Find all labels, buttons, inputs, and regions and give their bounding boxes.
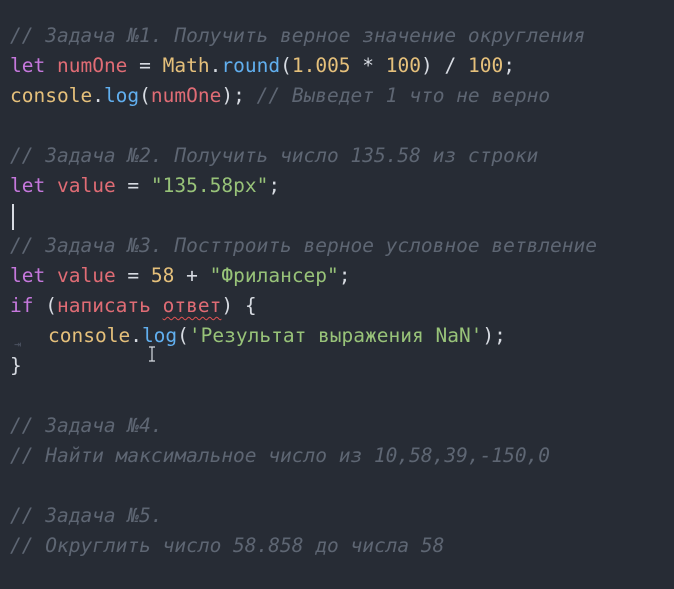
string-literal: 'Результат выражения NaN' <box>188 324 483 347</box>
number-literal: 1.005 <box>291 54 351 77</box>
paren-open: ( <box>280 54 292 77</box>
ibeam-cursor-icon <box>149 346 155 362</box>
operator: = <box>115 174 151 197</box>
code-line-1: // Задача №1. Получить верное значение о… <box>10 21 670 51</box>
keyword-let: let <box>10 54 46 77</box>
number-literal: 58 <box>150 264 175 287</box>
operator: = <box>127 54 163 77</box>
operator: = <box>115 264 151 287</box>
variable-numone: numOne <box>56 54 128 77</box>
code-line-5: // Задача №2. Получить число 135.58 из с… <box>10 141 670 171</box>
code-line-3: console.log(numOne); // Выведет 1 что не… <box>10 81 670 111</box>
code-line-18: // Округлить число 58.858 до числа 58 <box>10 531 670 561</box>
code-line-6: let value = "135.58px"; <box>10 171 670 201</box>
dot: . <box>92 84 104 107</box>
code-line-11: console.log('Результат выражения NaN'); <box>10 321 670 351</box>
paren-open: ( <box>139 84 151 107</box>
semicolon: ; <box>503 54 515 77</box>
number-literal: 100 <box>468 54 504 77</box>
code-line-17: // Задача №5. <box>10 501 670 531</box>
object-console: console <box>48 324 131 347</box>
string-literal: "Фрилансер" <box>209 264 339 287</box>
comment: // Задача №3. Посттроить верное условное… <box>10 234 597 257</box>
indent-arrow-icon: ⇥ <box>14 337 22 351</box>
paren-close: ); <box>482 324 506 347</box>
comment: // Задача №5. <box>10 504 163 527</box>
paren-close: ); <box>221 84 245 107</box>
code-line-10: if (написать ответ) { <box>10 291 670 321</box>
dot: . <box>130 324 142 347</box>
comment: // Задача №4. <box>10 414 163 437</box>
paren-open: ( <box>177 324 189 347</box>
dot: . <box>209 54 222 77</box>
object-math: Math <box>162 54 210 77</box>
text-caret <box>12 204 14 230</box>
string-literal: "135.58px" <box>150 174 269 197</box>
comment: // Задача №1. Получить верное значение о… <box>10 24 586 47</box>
paren-close: ) <box>421 54 433 77</box>
keyword-let: let <box>10 264 46 287</box>
code-line-8: // Задача №3. Посттроить верное условное… <box>10 231 670 261</box>
code-line-9: let value = 58 + "Фрилансер"; <box>10 261 670 291</box>
code-line-15: // Найти максимальное число из 10,58,39,… <box>10 441 670 471</box>
keyword-let: let <box>10 174 46 197</box>
number-literal: 100 <box>385 54 422 77</box>
function-log: log <box>141 324 178 347</box>
code-line-2: let numOne = Math.round(1.005 * 100) / 1… <box>10 51 670 81</box>
keyword-if: if <box>10 294 34 317</box>
operator: / <box>432 54 468 77</box>
code-editor[interactable]: // Задача №1. Получить верное значение о… <box>0 0 674 589</box>
object-console: console <box>10 84 93 107</box>
semicolon: ; <box>268 174 281 197</box>
function-log: log <box>103 84 140 107</box>
function-round: round <box>221 54 281 77</box>
code-line-12: } <box>10 351 670 381</box>
code-line-14: // Задача №4. <box>10 411 670 441</box>
identifier-error: ответ <box>162 294 222 317</box>
variable-value: value <box>56 264 116 287</box>
semicolon: ; <box>338 264 351 287</box>
code-area[interactable]: // Задача №1. Получить верное значение о… <box>10 21 670 561</box>
paren-open: ( <box>33 294 57 317</box>
operator: * <box>350 54 386 77</box>
variable-numone: numOne <box>150 84 222 107</box>
operator: + <box>174 264 210 287</box>
comment: // Выведет 1 что не верно <box>244 84 551 107</box>
comment: // Задача №2. Получить число 135.58 из с… <box>10 144 539 167</box>
identifier: написать <box>56 294 151 317</box>
paren-close-brace: ) { <box>221 294 257 317</box>
comment: // Найти максимальное число из 10,58,39,… <box>10 444 551 467</box>
variable-value: value <box>56 174 116 197</box>
comment: // Округлить число 58.858 до числа 58 <box>10 534 445 557</box>
